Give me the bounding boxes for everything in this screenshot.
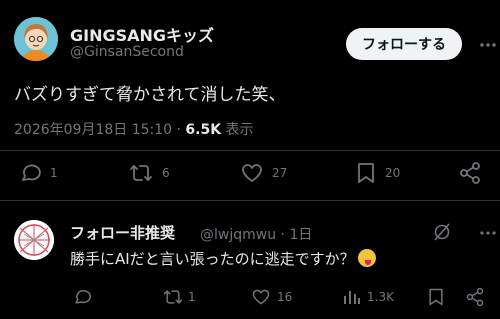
bookmark-icon — [429, 288, 443, 306]
reply-author-name[interactable]: フォロー非推奨 — [70, 222, 175, 243]
reply-icon — [75, 290, 91, 304]
reply-avatar[interactable] — [14, 220, 54, 260]
reply-views-button[interactable]: 1.3K — [341, 287, 394, 307]
zany-face-emoji — [357, 249, 376, 267]
retweet-button[interactable]: 6 — [128, 161, 170, 185]
more-icon[interactable] — [479, 36, 497, 54]
retweet-icon — [130, 165, 152, 181]
retweet-icon — [163, 290, 183, 304]
follow-button[interactable]: フォローする — [346, 28, 462, 60]
author-display-name[interactable]: GINGSANGキッズ — [70, 22, 214, 46]
views-count: 6.5K — [185, 122, 222, 138]
reply-bookmark-button[interactable] — [426, 287, 446, 307]
tweet-datetime[interactable]: 2026年09月18日 15:10 — [14, 122, 172, 138]
share-button[interactable] — [458, 161, 482, 185]
reply-icon — [22, 164, 41, 181]
reply-author-handle[interactable]: @lwjqmwu — [200, 227, 276, 243]
reply-retweet-button[interactable]: 1 — [162, 287, 196, 307]
like-count: 27 — [272, 166, 288, 180]
reply-time[interactable]: 1日 — [289, 227, 312, 243]
bookmark-icon — [358, 163, 374, 183]
reply-separator: · — [276, 227, 290, 243]
author-avatar[interactable] — [14, 17, 58, 61]
tweet-meta: 2026年09月18日 15:10 · 6.5K 表示 — [14, 119, 254, 139]
bookmark-count: 20 — [385, 166, 401, 180]
reply-views-count: 1.3K — [367, 290, 394, 304]
tweet-text: バズりすぎて脅かされて消した笑、 — [14, 85, 286, 105]
more-icon[interactable] — [479, 224, 497, 246]
reply-button[interactable]: 1 — [18, 161, 58, 185]
reply-text: 勝手にAIだと言い張ったのに逃走ですか？ — [70, 248, 376, 269]
reply-author-meta: @lwjqmwu · 1日 — [200, 224, 312, 244]
reply-like-button[interactable]: 16 — [251, 287, 292, 307]
views-icon — [344, 291, 360, 304]
views-label: 表示 — [225, 122, 254, 138]
reply-retweet-count: 1 — [188, 290, 196, 304]
like-icon — [242, 164, 262, 182]
divider — [0, 150, 500, 151]
share-icon — [466, 287, 484, 307]
reply-text-content: 勝手にAIだと言い張ったのに逃走ですか？ — [70, 250, 355, 268]
like-button[interactable]: 27 — [240, 161, 287, 185]
reply-share-button[interactable] — [465, 287, 485, 307]
author-handle[interactable]: @GinsanSecond — [70, 44, 184, 60]
reply-count: 1 — [50, 166, 58, 180]
divider — [0, 200, 500, 201]
like-icon — [252, 289, 270, 305]
share-icon — [460, 162, 480, 184]
grok-icon[interactable] — [432, 222, 452, 246]
meta-separator: · — [172, 122, 186, 138]
reply-reply-button[interactable] — [72, 287, 92, 307]
bookmark-button[interactable]: 20 — [355, 161, 400, 185]
retweet-count: 6 — [162, 166, 170, 180]
reply-like-count: 16 — [277, 290, 293, 304]
